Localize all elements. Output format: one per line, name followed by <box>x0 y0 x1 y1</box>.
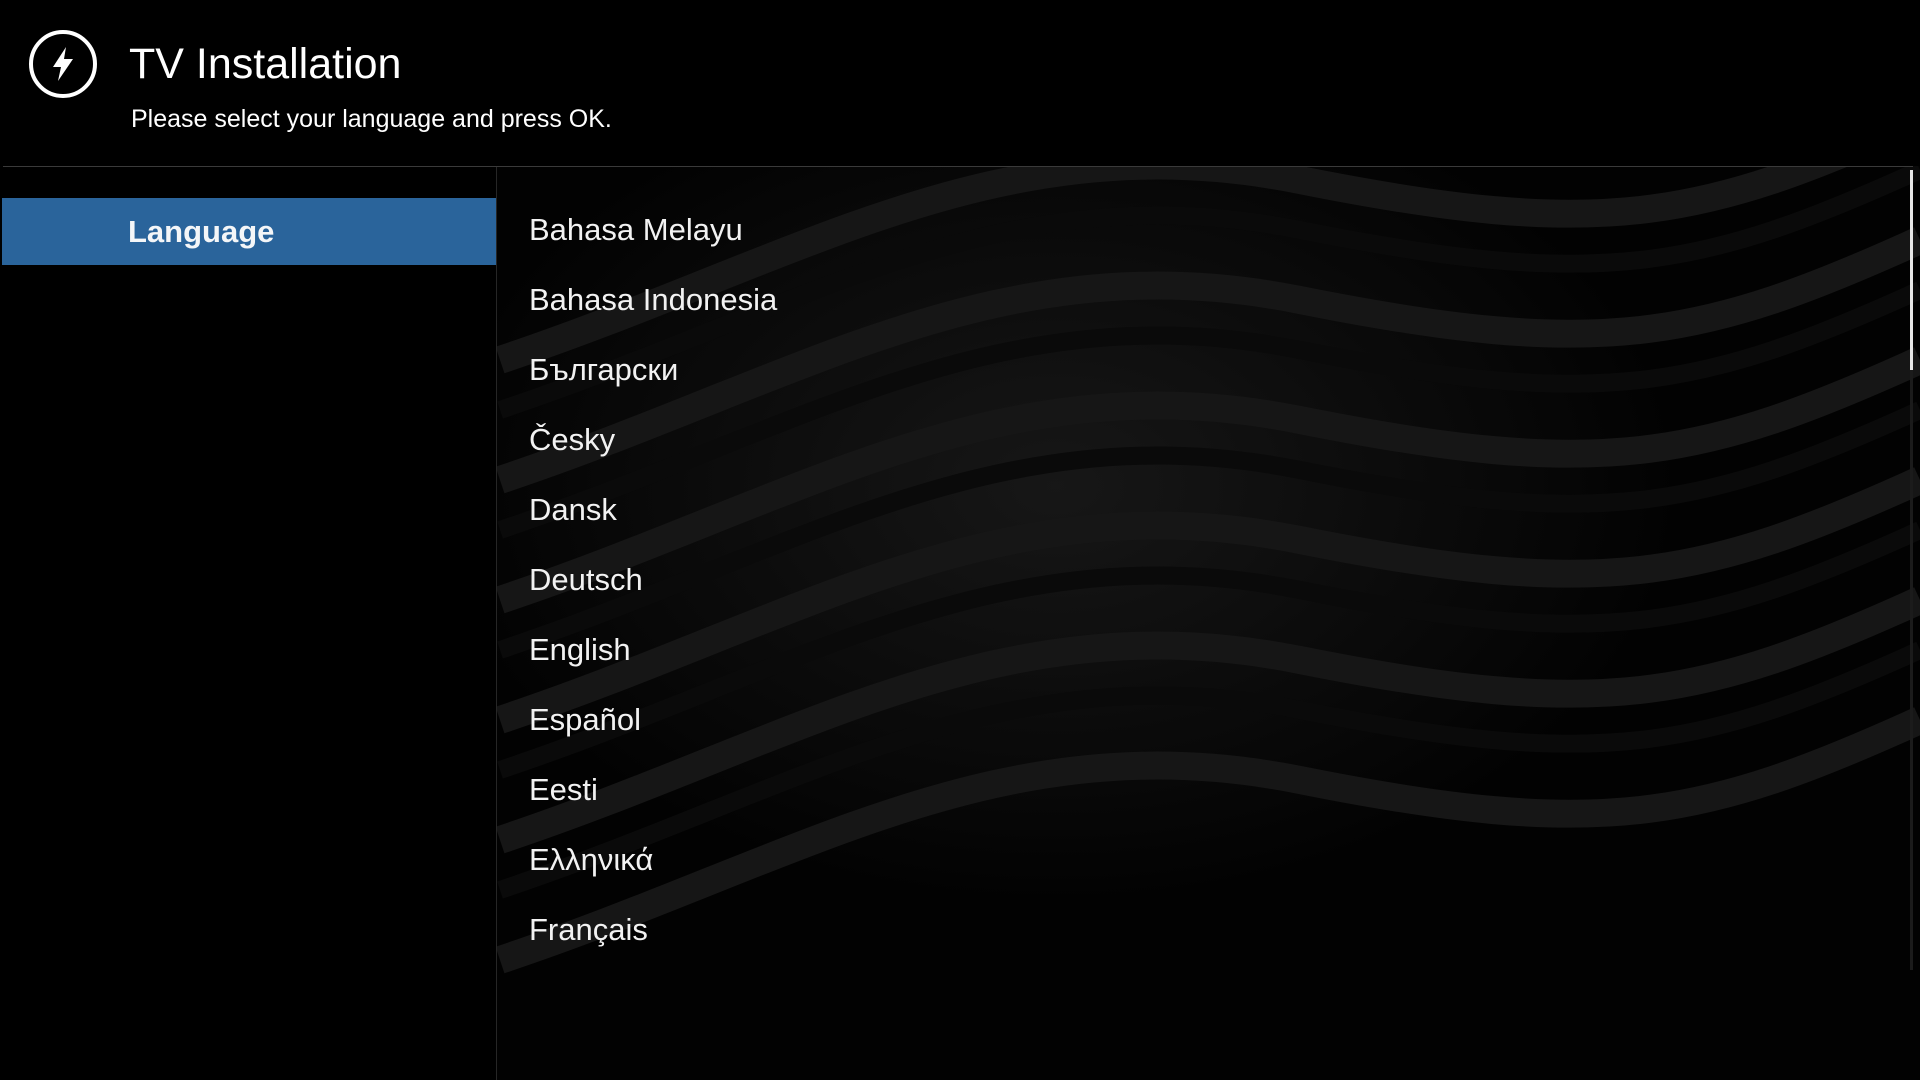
language-option[interactable]: English <box>529 615 777 685</box>
language-option[interactable]: Français <box>529 895 777 965</box>
sidebar-item-label: Language <box>128 214 275 249</box>
language-option[interactable]: Bahasa Indonesia <box>529 265 777 335</box>
language-option[interactable]: Deutsch <box>529 545 777 615</box>
sidebar-item-language[interactable]: Language <box>2 198 496 265</box>
lightning-bolt-icon <box>29 30 97 98</box>
language-option[interactable]: Česky <box>529 405 777 475</box>
header: TV Installation Please select your langu… <box>0 0 1920 166</box>
scrollbar-thumb[interactable] <box>1910 170 1913 370</box>
language-option[interactable]: Español <box>529 685 777 755</box>
language-option[interactable]: Eesti <box>529 755 777 825</box>
language-option[interactable]: Ελληνικά <box>529 825 777 895</box>
tv-installation-screen: TV Installation Please select your langu… <box>0 0 1920 1080</box>
sidebar <box>0 167 496 1080</box>
language-option[interactable]: Български <box>529 335 777 405</box>
page-title: TV Installation <box>129 40 402 88</box>
language-option[interactable]: Dansk <box>529 475 777 545</box>
scrollbar[interactable] <box>1910 170 1913 970</box>
page-subtitle: Please select your language and press OK… <box>131 105 612 133</box>
language-option[interactable]: Bahasa Melayu <box>529 195 777 265</box>
language-list: Bahasa Melayu Bahasa Indonesia Български… <box>529 195 777 965</box>
sidebar-divider <box>496 167 497 1080</box>
